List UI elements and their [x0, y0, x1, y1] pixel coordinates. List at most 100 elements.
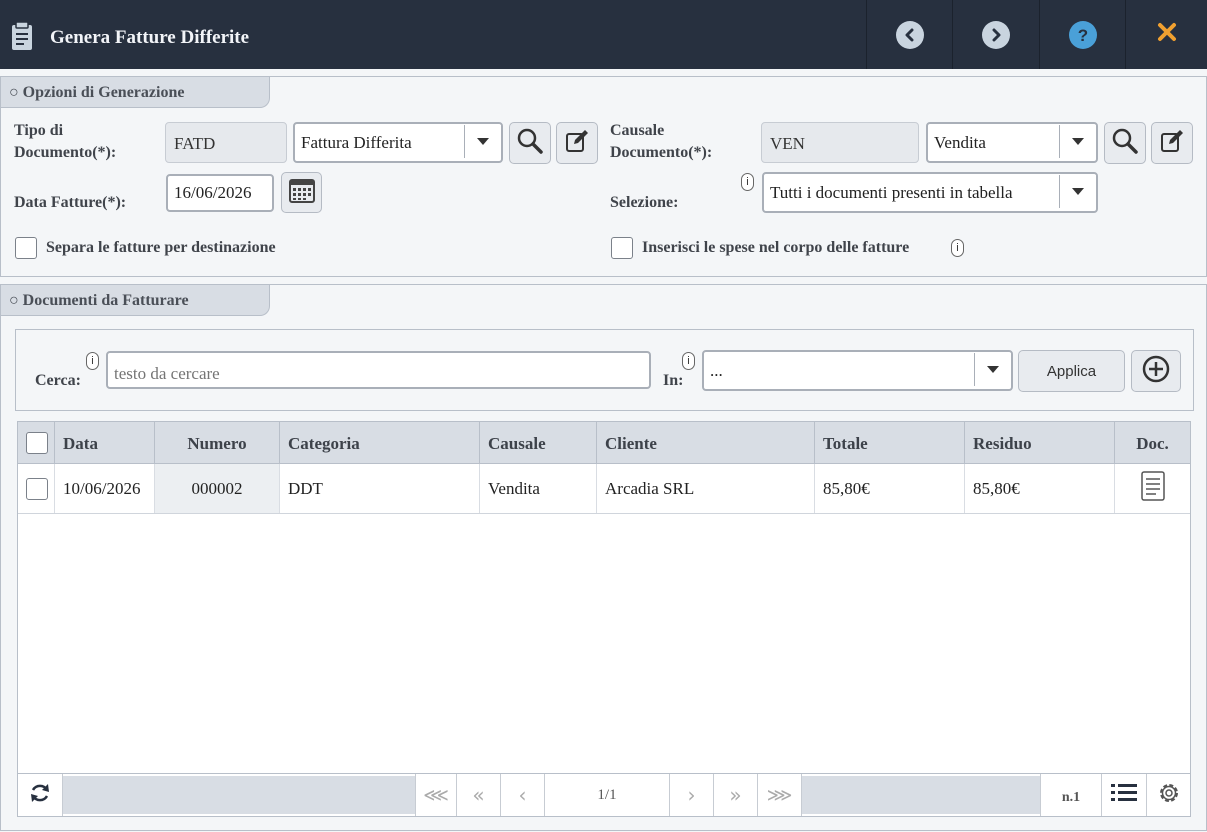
double-chevron-left-icon: «	[472, 783, 485, 807]
cell-categoria: DDT	[280, 464, 480, 513]
triple-chevron-right-icon: ⋙	[766, 784, 793, 806]
in-select-value: ...	[710, 361, 723, 380]
chevron-left-icon	[895, 20, 924, 49]
chevron-right-icon	[981, 20, 1010, 49]
column-header-residuo[interactable]: Residuo	[965, 422, 1115, 464]
chevron-down-icon	[1059, 125, 1096, 158]
options-panel: ○ Opzioni di Generazione Tipo di Documen…	[0, 76, 1207, 277]
cell-data: 10/06/2026	[55, 464, 155, 513]
causale-documento-label-line2: Documento(*):	[610, 144, 713, 161]
selezione-info-icon[interactable]: i	[741, 173, 754, 191]
chevron-down-icon	[974, 353, 1011, 386]
cerca-info-icon[interactable]: i	[86, 352, 99, 370]
settings-button[interactable]	[1147, 774, 1190, 816]
help-button[interactable]: ?	[1039, 0, 1125, 69]
search-icon	[517, 128, 543, 159]
options-panel-tab[interactable]: ○ Opzioni di Generazione	[1, 77, 270, 108]
list-view-button[interactable]	[1102, 774, 1147, 816]
back-button[interactable]	[866, 0, 952, 69]
close-button[interactable]	[1125, 0, 1207, 69]
column-header-data[interactable]: Data	[55, 422, 155, 464]
causale-documento-code: VEN	[761, 122, 919, 163]
apply-button[interactable]: Applica	[1018, 350, 1125, 392]
row-checkbox[interactable]	[26, 478, 48, 500]
causale-documento-value: Vendita	[934, 133, 986, 152]
calendar-button[interactable]	[281, 172, 322, 213]
footer-spacer-right	[802, 776, 1040, 814]
first-page-button[interactable]: ⋘	[415, 774, 457, 816]
documents-table: Data Numero Categoria Causale Cliente To…	[17, 421, 1191, 817]
spese-checkbox-label: Inserisci le spese nel corpo delle fattu…	[642, 239, 910, 256]
forward-button[interactable]	[952, 0, 1038, 69]
cell-numero: 000002	[155, 464, 280, 513]
causale-documento-edit-button[interactable]	[1151, 122, 1193, 164]
chevron-down-icon	[1059, 175, 1096, 208]
cell-totale: 85,80€	[815, 464, 965, 513]
tipo-documento-search-button[interactable]	[509, 122, 551, 164]
tipo-documento-edit-button[interactable]	[556, 122, 598, 164]
row-select-cell	[18, 464, 55, 513]
prev-page-button[interactable]: ‹	[501, 774, 545, 816]
cerca-label: Cerca:	[35, 372, 81, 389]
last-page-button[interactable]: ⋙	[758, 774, 802, 816]
next-page-button[interactable]: ›	[670, 774, 714, 816]
search-filter-box: Cerca: i In: i ... Applica	[15, 329, 1194, 411]
causale-documento-label: Causale Documento(*):	[610, 120, 712, 164]
triple-chevron-left-icon: ⋘	[423, 784, 449, 806]
column-header-categoria[interactable]: Categoria	[280, 422, 480, 464]
document-icon[interactable]	[1140, 470, 1166, 507]
help-icon: ?	[1068, 20, 1097, 49]
selezione-value: Tutti i documenti presenti in tabella	[770, 183, 1013, 202]
cell-doc	[1115, 464, 1190, 513]
table-footer: ⋘ « ‹ 1/1 › » ⋙ n.1	[18, 773, 1190, 816]
add-button[interactable]	[1131, 350, 1181, 392]
next-block-button[interactable]: »	[714, 774, 758, 816]
search-input[interactable]	[106, 351, 651, 389]
spese-info-icon[interactable]: i	[951, 239, 964, 257]
cell-cliente: Arcadia SRL	[597, 464, 815, 513]
causale-documento-label-line1: Causale	[610, 122, 665, 139]
separa-checkbox-label: Separa le fatture per destinazione	[46, 239, 276, 256]
in-info-icon[interactable]: i	[682, 352, 695, 370]
documents-panel-tab[interactable]: ○ Documenti da Fatturare	[1, 285, 270, 316]
title-bar: Genera Fatture Differite ?	[0, 0, 1207, 69]
chevron-right-icon: ›	[687, 783, 696, 807]
tipo-documento-label: Tipo di Documento(*):	[14, 120, 116, 164]
select-all-cell	[18, 422, 55, 464]
causale-documento-select[interactable]: Vendita	[926, 122, 1098, 163]
in-select[interactable]: ...	[702, 350, 1013, 391]
selezione-select[interactable]: Tutti i documenti presenti in tabella	[762, 172, 1098, 213]
prev-block-button[interactable]: «	[457, 774, 501, 816]
refresh-icon	[29, 782, 51, 809]
causale-documento-search-button[interactable]	[1104, 122, 1146, 164]
chevron-down-icon	[464, 125, 501, 158]
plus-circle-icon	[1142, 355, 1170, 388]
spese-checkbox[interactable]	[611, 237, 633, 259]
tipo-documento-label-line1: Tipo di	[14, 122, 64, 139]
gear-icon	[1156, 780, 1182, 811]
list-icon	[1110, 782, 1138, 809]
tipo-documento-value: Fattura Differita	[301, 133, 412, 152]
svg-text:?: ?	[1077, 26, 1087, 44]
tipo-documento-select[interactable]: Fattura Differita	[293, 122, 503, 163]
column-header-totale[interactable]: Totale	[815, 422, 965, 464]
close-icon	[1156, 21, 1178, 48]
select-all-checkbox[interactable]	[26, 432, 48, 454]
window-title: Genera Fatture Differite	[50, 27, 250, 48]
column-header-causale[interactable]: Causale	[480, 422, 597, 464]
data-fatture-input[interactable]: 16/06/2026	[166, 174, 274, 212]
calendar-icon	[288, 177, 315, 208]
refresh-button[interactable]	[18, 774, 63, 816]
table-row[interactable]: 10/06/2026 000002 DDT Vendita Arcadia SR…	[18, 464, 1190, 514]
cell-residuo: 85,80€	[965, 464, 1115, 513]
column-header-cliente[interactable]: Cliente	[597, 422, 815, 464]
column-header-doc[interactable]: Doc.	[1115, 422, 1190, 464]
data-fatture-label: Data Fatture(*):	[14, 194, 127, 211]
page-indicator: 1/1	[545, 774, 670, 816]
separa-checkbox[interactable]	[15, 237, 37, 259]
edit-icon	[565, 129, 589, 158]
table-header: Data Numero Categoria Causale Cliente To…	[18, 422, 1190, 464]
tipo-documento-code: FATD	[165, 122, 287, 163]
record-count: n.1	[1040, 774, 1102, 816]
column-header-numero[interactable]: Numero	[155, 422, 280, 464]
